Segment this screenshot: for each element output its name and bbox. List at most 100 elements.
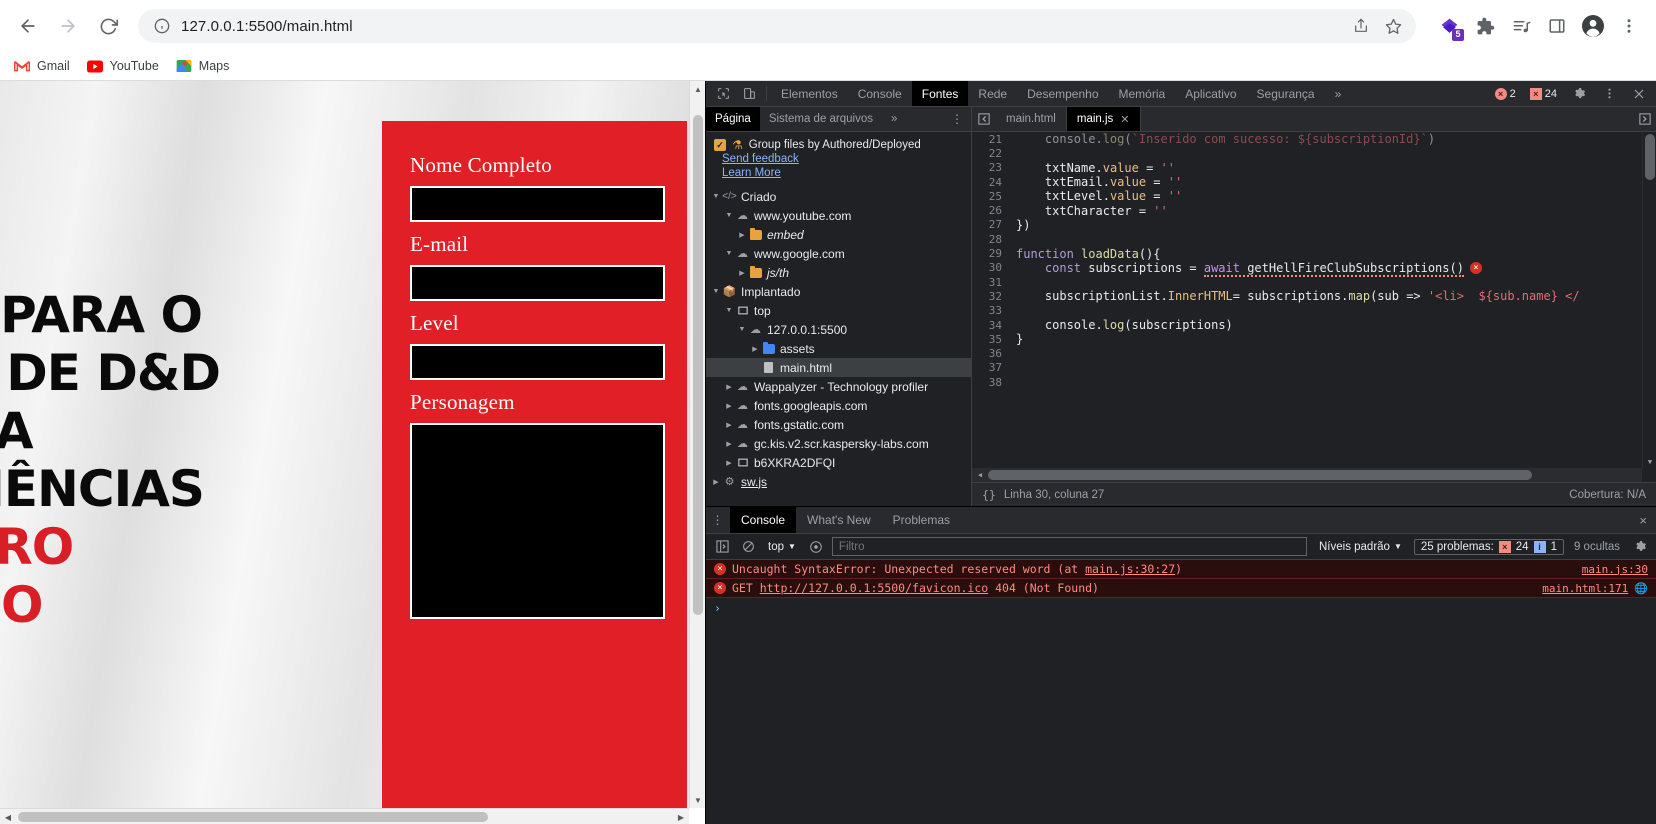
chrome-menu-icon[interactable] (1612, 9, 1646, 43)
bookmark-gmail[interactable]: Gmail (8, 55, 79, 77)
scroll-left-arrow-icon[interactable]: ◀ (0, 809, 16, 824)
back-button[interactable] (10, 8, 46, 44)
page-hscroll-thumb[interactable] (18, 812, 488, 822)
devtools-tab-rede[interactable]: Rede (968, 81, 1017, 106)
scroll-up-arrow-icon[interactable]: ▲ (690, 81, 705, 97)
warning-count-badge[interactable]: × 24 (1525, 87, 1562, 101)
console-message-row[interactable]: × Uncaught SyntaxError: Unexpected reser… (706, 560, 1656, 579)
tree-item-kaspersky[interactable]: ▶ ☁ gc.kis.v2.scr.kaspersky-labs.com (706, 434, 971, 453)
email-input[interactable] (410, 265, 665, 301)
editor-tab-main-js[interactable]: main.js ✕ (1066, 107, 1141, 131)
share-icon[interactable] (1346, 11, 1376, 41)
twisty-down-icon[interactable]: ▼ (736, 326, 748, 333)
tree-item-assets[interactable]: ▶ assets (706, 339, 971, 358)
inspect-element-icon[interactable] (710, 81, 736, 106)
tree-item-localhost[interactable]: ▼ ☁ 127.0.0.1:5500 (706, 320, 971, 339)
bookmark-maps[interactable]: Maps (170, 55, 239, 77)
twisty-right-icon[interactable]: ▶ (736, 269, 748, 277)
device-toolbar-icon[interactable] (736, 81, 762, 106)
navigator-more-icon[interactable]: » (882, 107, 906, 131)
checkbox-checked-icon[interactable]: ✓ (714, 139, 726, 151)
tree-item-google[interactable]: ▼ ☁ www.google.com (706, 244, 971, 263)
bookmark-star-icon[interactable] (1378, 11, 1408, 41)
console-levels-selector[interactable]: Níveis padrão ▼ (1313, 541, 1408, 553)
settings-gear-icon[interactable] (1566, 87, 1592, 100)
drawer-kebab-icon[interactable]: ⋮ (706, 507, 730, 533)
nome-completo-input[interactable] (410, 186, 665, 222)
devtools-tab-elementos[interactable]: Elementos (771, 81, 848, 106)
devtools-kebab-icon[interactable] (1596, 87, 1622, 100)
tree-item-embed[interactable]: ▶ embed (706, 225, 971, 244)
group-files-row[interactable]: ✓ ⚗ Group files by Authored/Deployed (714, 138, 963, 152)
code-editor[interactable]: 21 console.log(`Inserido com sucesso: ${… (972, 132, 1656, 482)
editor-panel-toggle-icon[interactable] (1634, 107, 1656, 131)
tree-item-js-th[interactable]: ▶ js/th (706, 263, 971, 282)
scroll-left-arrow-icon[interactable]: ◀ (972, 468, 988, 482)
console-message-row[interactable]: × GET http://127.0.0.1:5500/favicon.ico … (706, 579, 1656, 598)
live-expression-eye-icon[interactable] (806, 537, 826, 557)
level-input[interactable] (410, 344, 665, 380)
console-settings-gear-icon[interactable] (1630, 537, 1650, 557)
twisty-right-icon[interactable]: ▶ (710, 478, 722, 486)
pretty-print-icon[interactable]: {} (982, 488, 996, 502)
editor-vscroll-thumb[interactable] (1645, 134, 1655, 180)
message-source-link[interactable]: main.js:30:27 (1085, 562, 1175, 576)
drawer-tab-problemas[interactable]: Problemas (882, 507, 961, 533)
close-icon[interactable]: ✕ (1120, 113, 1129, 126)
tree-item-b6xkra2dfqi[interactable]: ▶ b6XKRA2DFQI (706, 453, 971, 472)
page-horizontal-scrollbar[interactable]: ◀ ▶ (0, 808, 689, 824)
tree-item-top[interactable]: ▼ top (706, 301, 971, 320)
tree-item-wappalyzer[interactable]: ▶ ☁ Wappalyzer - Technology profiler (706, 377, 971, 396)
tree-item-fonts-gstatic[interactable]: ▶ ☁ fonts.gstatic.com (706, 415, 971, 434)
twisty-down-icon[interactable]: ▼ (710, 288, 722, 295)
drawer-tab-console[interactable]: Console (730, 507, 797, 533)
page-vertical-scrollbar[interactable]: ▲ ▼ (689, 81, 705, 808)
url-text[interactable]: 127.0.0.1:5500/main.html (172, 18, 1346, 35)
scroll-down-arrow-icon[interactable]: ▼ (1643, 456, 1656, 468)
tree-item-implantado[interactable]: ▼ 📦 Implantado (706, 282, 971, 301)
navigator-tab-sistema-arquivos[interactable]: Sistema de arquivos (760, 107, 882, 131)
tree-item-criado[interactable]: ▼ </> Criado (706, 187, 971, 206)
devtools-tab-aplicativo[interactable]: Aplicativo (1175, 81, 1246, 106)
console-filter-input[interactable] (831, 537, 1307, 556)
drawer-tab-whats-new[interactable]: What's New (796, 507, 882, 533)
page-vscroll-thumb[interactable] (693, 115, 703, 615)
scroll-right-arrow-icon[interactable]: ▶ (673, 809, 689, 824)
address-bar[interactable]: 127.0.0.1:5500/main.html (138, 9, 1416, 43)
twisty-right-icon[interactable]: ▶ (723, 383, 735, 391)
twisty-right-icon[interactable]: ▶ (723, 421, 735, 429)
tree-item-fonts-googleapis[interactable]: ▶ ☁ fonts.googleapis.com (706, 396, 971, 415)
console-source-link[interactable]: main.html:171 (1542, 582, 1628, 595)
devtools-close-icon[interactable] (1626, 88, 1652, 100)
personagem-textarea[interactable] (410, 423, 665, 619)
site-info-icon[interactable] (152, 16, 172, 36)
devtools-tab-console[interactable]: Console (848, 81, 912, 106)
twisty-down-icon[interactable]: ▼ (710, 193, 722, 200)
twisty-right-icon[interactable]: ▶ (723, 402, 735, 410)
navigator-kebab-icon[interactable]: ⋮ (943, 107, 971, 131)
twisty-right-icon[interactable]: ▶ (723, 459, 735, 467)
profile-avatar[interactable] (1576, 9, 1610, 43)
learn-more-link[interactable]: Learn More (714, 166, 963, 180)
twisty-down-icon[interactable]: ▼ (723, 212, 735, 219)
forward-button[interactable] (50, 8, 86, 44)
console-source-link[interactable]: main.js:30 (1582, 563, 1648, 576)
editor-hscroll-thumb[interactable] (988, 470, 1532, 480)
devtools-tab-desempenho[interactable]: Desempenho (1017, 81, 1108, 106)
twisty-down-icon[interactable]: ▼ (723, 250, 735, 257)
editor-tab-main-html[interactable]: main.html (996, 107, 1067, 131)
message-url-link[interactable]: http://127.0.0.1:5500/favicon.ico (760, 581, 988, 595)
extension-app-icon[interactable]: 5 (1432, 9, 1466, 43)
twisty-right-icon[interactable]: ▶ (723, 440, 735, 448)
devtools-tab-seguranca[interactable]: Segurança (1247, 81, 1325, 106)
console-sidebar-icon[interactable] (712, 537, 732, 557)
editor-vertical-scrollbar[interactable]: ▲ ▼ (1642, 132, 1656, 468)
extensions-puzzle-icon[interactable] (1468, 9, 1502, 43)
twisty-right-icon[interactable]: ▶ (749, 345, 761, 353)
bookmark-youtube[interactable]: YouTube (81, 55, 168, 77)
editor-tab-nav-icon[interactable] (972, 107, 996, 131)
send-feedback-link[interactable]: Send feedback (714, 152, 963, 166)
problems-summary-button[interactable]: 25 problemas: × 24 i 1 (1413, 538, 1564, 555)
console-prompt[interactable]: › (706, 598, 1656, 618)
devtools-tab-memoria[interactable]: Memória (1109, 81, 1176, 106)
